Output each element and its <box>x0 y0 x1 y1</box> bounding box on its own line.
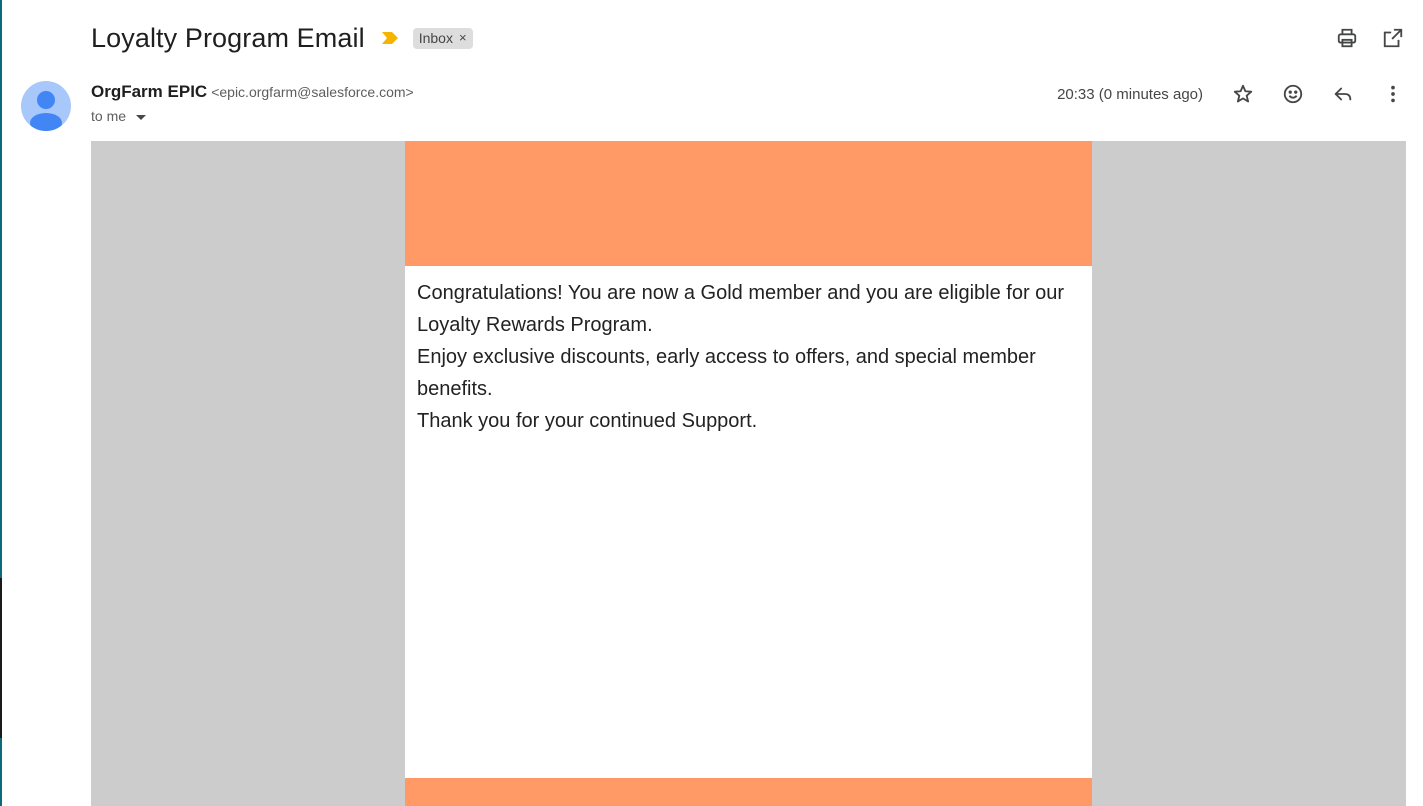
more-vert-icon[interactable] <box>1381 82 1405 106</box>
body-paragraph: Thank you for your continued Support. <box>417 410 758 432</box>
reply-icon[interactable] <box>1331 82 1355 106</box>
star-icon[interactable] <box>1231 82 1255 106</box>
recipient-text: to me <box>91 108 127 124</box>
recipient-line[interactable]: to me <box>91 108 414 124</box>
email-subject: Loyalty Program Email <box>91 22 365 53</box>
label-chip-inbox[interactable]: Inbox × <box>412 27 473 49</box>
importance-marker-icon[interactable] <box>381 31 399 45</box>
label-chip-text: Inbox <box>418 29 453 46</box>
message-actions: 20:33 (0 minutes ago) <box>1057 82 1405 106</box>
message-timestamp: 20:33 (0 minutes ago) <box>1057 85 1203 103</box>
sender-name[interactable]: OrgFarm EPIC <box>91 82 207 102</box>
chevron-down-icon[interactable] <box>136 114 147 120</box>
open-in-new-window-icon[interactable] <box>1381 26 1405 50</box>
sender-block: OrgFarm EPIC <epic.orgfarm@salesforce.co… <box>91 82 414 124</box>
email-message-text: Congratulations! You are now a Gold memb… <box>417 277 1082 437</box>
remove-label-button[interactable]: × <box>459 30 467 45</box>
body-paragraph: Congratulations! You are now a Gold memb… <box>417 282 1065 336</box>
emoji-reaction-icon[interactable] <box>1281 82 1305 106</box>
print-icon[interactable] <box>1335 26 1359 50</box>
window-edge-segment <box>0 578 2 738</box>
subject-row: Loyalty Program Email Inbox × <box>91 20 473 56</box>
sender-email: <epic.orgfarm@salesforce.com> <box>211 84 414 100</box>
sender-avatar[interactable] <box>21 81 71 131</box>
email-view: Loyalty Program Email Inbox × OrgFarm EP… <box>0 0 1423 806</box>
sender-line: OrgFarm EPIC <epic.orgfarm@salesforce.co… <box>91 82 414 102</box>
email-body-backdrop: Congratulations! You are now a Gold memb… <box>91 141 1406 806</box>
email-header-banner <box>405 141 1092 266</box>
default-avatar-icon <box>30 91 62 131</box>
thread-actions <box>1335 26 1405 50</box>
email-content-card: Congratulations! You are now a Gold memb… <box>405 141 1092 806</box>
body-paragraph: Enjoy exclusive discounts, early access … <box>417 346 1036 400</box>
email-footer-banner <box>405 778 1092 806</box>
